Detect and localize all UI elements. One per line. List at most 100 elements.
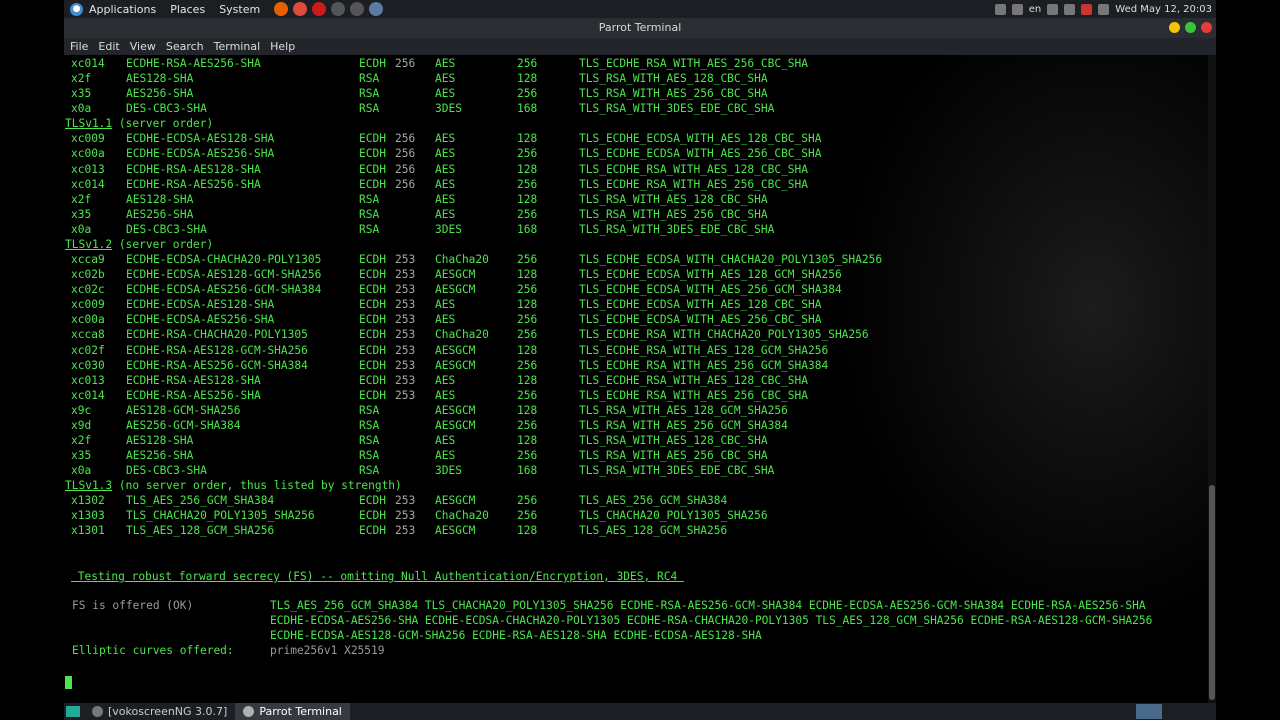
task-list: [vokoscreenNG 3.0.7] Parrot Terminal: [84, 703, 350, 720]
taskbar-item[interactable]: [vokoscreenNG 3.0.7]: [84, 703, 235, 720]
cipher-hex: x1302: [71, 494, 105, 508]
parrot-logo-icon[interactable]: ●: [70, 2, 83, 16]
cipher-hex: x9c: [71, 403, 92, 417]
scrollbar-thumb[interactable]: [1209, 485, 1215, 700]
cipher-iana-name: TLS_ECDHE_ECDSA_WITH_AES_128_GCM_SHA256: [579, 268, 842, 282]
cipher-hex: x35: [71, 87, 92, 101]
cipher-openssl-name: ECDHE-RSA-AES256-SHA: [126, 177, 261, 191]
cipher-kx-bits: 253: [395, 328, 416, 342]
cipher-encryption: AES: [435, 434, 456, 447]
keyboard-layout[interactable]: en: [1029, 4, 1042, 15]
terminal-launcher-icon[interactable]: [331, 2, 346, 16]
show-desktop-icon[interactable]: [66, 706, 80, 717]
cipher-key-exchange: RSA: [359, 403, 380, 417]
cipher-bits: 256: [517, 328, 538, 342]
cipher-iana-name: TLS_ECDHE_ECDSA_WITH_AES_256_GCM_SHA384: [579, 283, 842, 297]
cipher-kx-bits: 253: [395, 524, 416, 538]
cipher-row: x1302 TLS_AES_256_GCM_SHA384 ECDH 253 AESGCM…: [64, 493, 1204, 508]
cipher-openssl-name: TLS_AES_128_GCM_SHA256: [126, 524, 275, 538]
cipher-encryption: 3DES: [435, 222, 462, 236]
opera-icon[interactable]: [312, 2, 327, 16]
maximize-button[interactable]: [1185, 22, 1196, 33]
menu-search[interactable]: Search: [166, 40, 204, 53]
cipher-key-exchange: ECDH: [359, 132, 386, 146]
cipher-openssl-name: ECDHE-ECDSA-AES128-SHA: [126, 132, 275, 146]
screen-icon[interactable]: [1098, 3, 1110, 15]
cipher-hex: xc02c: [71, 283, 105, 297]
network-icon[interactable]: [1047, 3, 1059, 15]
cipher-hex: xc009: [71, 132, 105, 146]
screenshot-launcher-icon[interactable]: [369, 2, 384, 16]
cipher-hex: x1301: [71, 524, 105, 538]
settings-launcher-icon[interactable]: [350, 2, 365, 16]
minimize-button[interactable]: [1169, 22, 1180, 33]
cipher-iana-name: TLS_RSA_WITH_AES_256_GCM_SHA384: [579, 418, 788, 432]
chrome-icon[interactable]: [293, 2, 308, 16]
menu-applications[interactable]: Applications: [89, 3, 156, 16]
cipher-encryption: AES: [435, 87, 456, 101]
taskbar-item-label: Parrot Terminal: [259, 705, 342, 718]
menu-places[interactable]: Places: [170, 3, 205, 16]
menu-edit[interactable]: Edit: [98, 40, 119, 53]
cipher-kx-bits: 256: [395, 132, 416, 146]
protocol-section-label: TLSv1.2: [65, 237, 113, 251]
cipher-hex: x2f: [71, 192, 92, 206]
cipher-openssl-name: AES256-SHA: [126, 87, 194, 101]
terminal-output[interactable]: xc014 ECDHE-RSA-AES256-SHA ECDH 256 AES 256 TL…: [64, 55, 1208, 703]
workspace-switcher-icon[interactable]: [1136, 704, 1162, 719]
menu-system[interactable]: System: [219, 3, 260, 16]
cipher-bits: 168: [517, 222, 538, 236]
cipher-hex: xc014: [71, 388, 105, 402]
telegram-icon[interactable]: [1011, 3, 1023, 15]
menu-dots-icon[interactable]: [994, 3, 1006, 15]
cipher-bits: 256: [517, 494, 538, 508]
cipher-encryption: AESGCM: [435, 268, 476, 282]
cipher-row: xc00a ECDHE-ECDSA-AES256-SHA ECDH 253 AES 256…: [64, 312, 1204, 327]
cipher-openssl-name: AES256-SHA: [126, 207, 194, 221]
window-titlebar[interactable]: Parrot Terminal: [64, 18, 1216, 38]
curves-label: Elliptic curves offered:: [72, 644, 234, 657]
cipher-row: x9d AES256-GCM-SHA384 RSA AESGCM 256 TLS_RSA_…: [64, 418, 1204, 433]
cipher-openssl-name: DES-CBC3-SHA: [126, 102, 207, 116]
firefox-icon[interactable]: [274, 2, 289, 16]
cipher-key-exchange: ECDH: [359, 373, 386, 387]
cipher-key-exchange: ECDH: [359, 509, 386, 523]
vokoscreen-app-icon: [92, 706, 103, 717]
cipher-iana-name: TLS_ECDHE_RSA_WITH_CHACHA20_POLY1305_SHA…: [579, 328, 869, 342]
cipher-hex: x0a: [71, 222, 92, 236]
cipher-row: xc013 ECDHE-RSA-AES128-SHA ECDH 256 AES 128 TL…: [64, 162, 1204, 177]
cipher-kx-bits: 253: [395, 313, 416, 327]
cipher-kx-bits: 253: [395, 343, 416, 357]
cipher-kx-bits: 256: [395, 147, 416, 161]
cipher-hex: x0a: [71, 102, 92, 116]
cipher-bits: 128: [517, 192, 538, 206]
menu-terminal[interactable]: Terminal: [214, 40, 261, 53]
cipher-row: xc00a ECDHE-ECDSA-AES256-SHA ECDH 256 AES 256…: [64, 146, 1204, 161]
volume-icon[interactable]: [1064, 3, 1076, 15]
menu-view[interactable]: View: [130, 40, 156, 53]
cipher-iana-name: TLS_RSA_WITH_AES_128_CBC_SHA: [579, 434, 768, 447]
cipher-bits: 256: [517, 418, 538, 432]
cipher-encryption: AESGCM: [435, 494, 476, 508]
cipher-bits: 256: [517, 449, 538, 463]
record-icon[interactable]: [1081, 3, 1093, 15]
cipher-bits: 128: [517, 298, 538, 312]
cipher-key-exchange: ECDH: [359, 494, 386, 508]
terminal-scrollbar[interactable]: [1208, 55, 1216, 703]
protocol-section-note: (server order): [112, 237, 214, 251]
cipher-bits: 256: [517, 313, 538, 327]
cipher-row: xc014 ECDHE-RSA-AES256-SHA ECDH 256 AES 256 TL…: [64, 56, 1204, 71]
close-button[interactable]: [1201, 22, 1212, 33]
cipher-hex: xc014: [71, 177, 105, 191]
menu-file[interactable]: File: [70, 40, 88, 53]
menu-help[interactable]: Help: [270, 40, 295, 53]
cipher-encryption: AESGCM: [435, 358, 476, 372]
cipher-key-exchange: ECDH: [359, 268, 386, 282]
taskbar-item[interactable]: Parrot Terminal: [235, 703, 350, 720]
cipher-hex: xc030: [71, 358, 105, 372]
cipher-openssl-name: ECDHE-RSA-CHACHA20-POLY1305: [126, 328, 308, 342]
cipher-bits: 128: [517, 162, 538, 176]
clock[interactable]: Wed May 12, 20:03: [1115, 4, 1212, 15]
top-panel: ● Applications Places System en Wed May …: [64, 0, 1216, 18]
cipher-encryption: AES: [435, 192, 456, 206]
